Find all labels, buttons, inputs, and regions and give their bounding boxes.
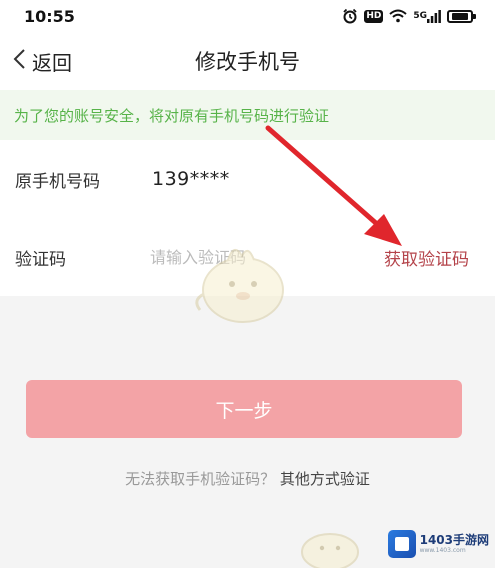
status-bar: 10:55 HD 5G bbox=[0, 0, 495, 32]
original-phone-row: 原手机号码 139**** bbox=[0, 140, 495, 218]
battery-icon bbox=[447, 9, 476, 23]
network-type-label: 5G bbox=[413, 11, 427, 21]
site-logo: 1403手游网 www.1403.com bbox=[387, 530, 489, 558]
watermark-mascot-small-icon bbox=[301, 533, 359, 568]
verification-code-label: 验证码 bbox=[15, 250, 66, 270]
verification-code-input[interactable] bbox=[150, 240, 320, 275]
wifi-icon bbox=[389, 9, 408, 23]
logo-url: www.1403.com bbox=[419, 547, 466, 554]
status-time: 10:55 bbox=[24, 6, 75, 26]
next-step-button[interactable]: 下一步 bbox=[26, 380, 462, 438]
cellular-signal-icon: 5G bbox=[413, 9, 441, 23]
back-button[interactable]: 返回 bbox=[12, 32, 72, 90]
original-phone-value: 139**** bbox=[152, 168, 230, 190]
alt-verify-prompt: 无法获取手机验证码？ bbox=[125, 470, 276, 488]
status-icons: HD 5G bbox=[342, 8, 476, 24]
logo-box-icon bbox=[387, 530, 416, 558]
alternative-verification: 无法获取手机验证码？ 其他方式验证 bbox=[0, 468, 495, 489]
other-verification-link[interactable]: 其他方式验证 bbox=[280, 470, 370, 488]
security-notice: 为了您的账号安全，将对原有手机号码进行验证 bbox=[0, 90, 495, 140]
nav-bar: 返回 修改手机号 bbox=[0, 32, 495, 90]
back-label: 返回 bbox=[32, 50, 72, 75]
chevron-left-icon bbox=[12, 48, 28, 74]
get-code-button[interactable]: 获取验证码 bbox=[384, 245, 469, 270]
hd-badge: HD bbox=[364, 9, 384, 23]
verification-code-row: 验证码 获取验证码 bbox=[0, 218, 495, 296]
original-phone-label: 原手机号码 bbox=[15, 171, 100, 192]
page-title: 修改手机号 bbox=[195, 50, 300, 74]
battery-level bbox=[452, 12, 468, 20]
logo-name: 1403手游网 bbox=[419, 533, 489, 547]
alarm-icon bbox=[342, 8, 358, 24]
